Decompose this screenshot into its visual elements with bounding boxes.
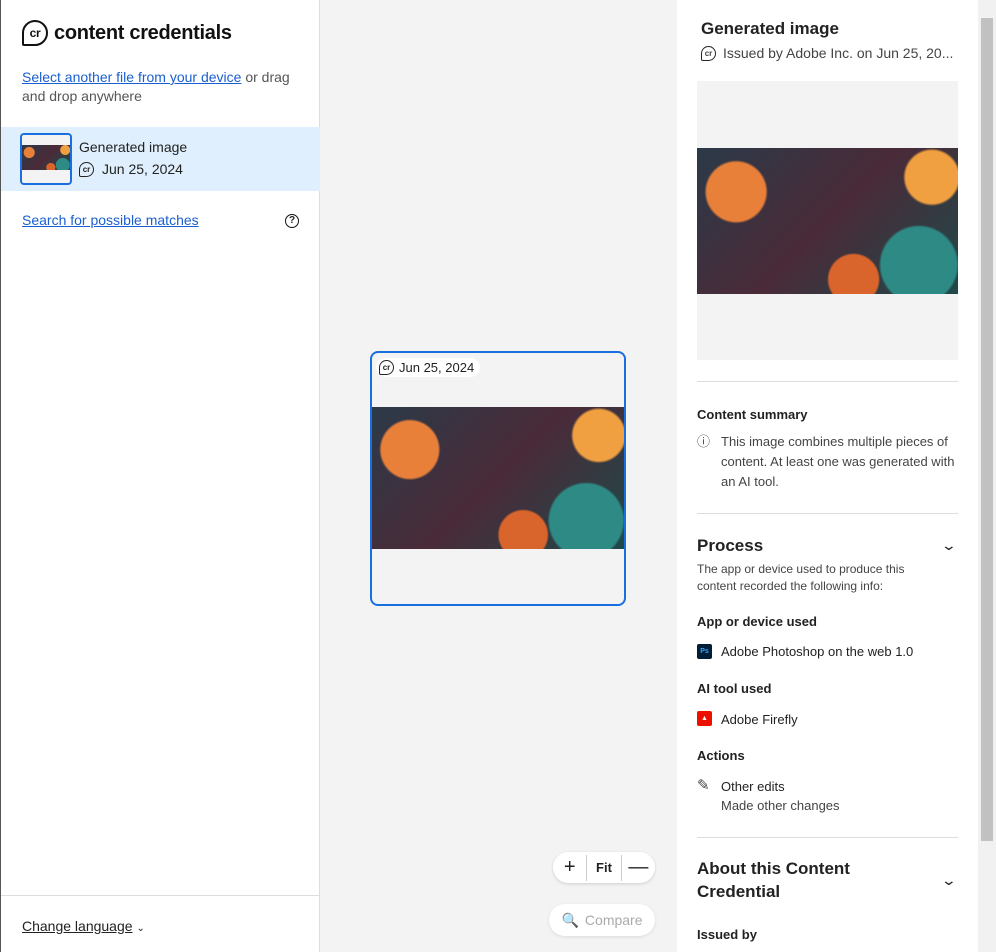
fit-button[interactable]: Fit — [586, 854, 622, 881]
scrollbar[interactable] — [978, 0, 996, 952]
photoshop-icon: Ps — [697, 644, 712, 659]
sidebar-footer: Change language ⌄ — [1, 895, 320, 952]
issued-line: cr Issued by Adobe Inc. on Jun 25, 20... — [701, 45, 953, 61]
search-matches-link[interactable]: Search for possible matches — [22, 212, 199, 228]
badge-date: Jun 25, 2024 — [399, 360, 475, 375]
action-desc: Made other changes — [721, 798, 840, 813]
date-badge: cr Jun 25, 2024 — [376, 358, 481, 377]
info-icon: ⓘ — [697, 434, 711, 449]
change-language-label: Change language — [22, 918, 133, 934]
file-thumbnail — [20, 133, 72, 185]
cr-icon: cr — [79, 161, 94, 177]
about-heading: About this Content Credential — [697, 859, 850, 901]
panel-title: Generated image — [701, 19, 839, 38]
logo: cr content credentials — [22, 20, 232, 46]
file-select-text: Select another file from your device or … — [22, 68, 307, 106]
logo-text: content credentials — [54, 21, 232, 44]
compare-label: Compare — [584, 912, 643, 928]
change-language-button[interactable]: Change language ⌄ — [22, 918, 145, 934]
details-panel: Generated image cr Issued by Adobe Inc. o… — [677, 0, 978, 952]
thumbnail-image — [22, 145, 70, 170]
zoom-controls: + Fit — — [553, 852, 655, 883]
app-heading: App or device used — [697, 614, 817, 629]
compare-button[interactable]: 🔍 Compare — [549, 904, 655, 936]
preview-image — [697, 148, 958, 294]
canvas-area: cr Jun 25, 2024 + Fit — 🔍 Compare — [320, 0, 677, 952]
chevron-down-icon[interactable]: ⌄ — [941, 537, 957, 554]
ai-tool-name: Adobe Firefly — [721, 712, 798, 727]
ai-heading: AI tool used — [697, 681, 772, 696]
image-preview — [697, 81, 958, 360]
file-list-item[interactable]: Generated image cr Jun 25, 2024 — [1, 127, 320, 191]
select-file-link[interactable]: Select another file from your device — [22, 69, 241, 85]
divider — [697, 837, 958, 838]
file-date: cr Jun 25, 2024 — [79, 161, 183, 177]
scrollbar-thumb[interactable] — [981, 18, 993, 841]
firefly-icon: ▲ — [697, 711, 712, 726]
cr-icon: cr — [379, 360, 394, 375]
image-node[interactable]: cr Jun 25, 2024 — [370, 351, 626, 606]
issued-by-heading: Issued by — [697, 927, 757, 942]
summary-heading: Content summary — [697, 407, 808, 422]
divider — [697, 381, 958, 382]
zoom-in-button[interactable]: + — [553, 856, 586, 879]
issued-text: Issued by Adobe Inc. on Jun 25, 20... — [723, 45, 954, 61]
zoom-out-button[interactable]: — — [622, 856, 655, 879]
chevron-down-icon[interactable]: ⌄ — [941, 872, 957, 889]
action-title: Other edits — [721, 779, 785, 794]
process-heading: Process — [697, 536, 764, 555]
process-text: The app or device used to produce this c… — [697, 562, 905, 593]
file-date-text: Jun 25, 2024 — [102, 161, 183, 177]
cr-icon: cr — [701, 45, 716, 61]
generated-image — [372, 407, 624, 549]
actions-heading: Actions — [697, 748, 745, 763]
compare-icon: 🔍 — [561, 911, 579, 928]
summary-text: This image combines multiple pieces of c… — [721, 434, 955, 489]
divider — [697, 513, 958, 514]
sidebar: cr content credentials Select another fil… — [0, 0, 320, 952]
help-icon[interactable]: ? — [285, 214, 299, 228]
cr-logo-icon: cr — [22, 20, 48, 46]
edit-icon: ✎ — [697, 777, 710, 794]
file-name: Generated image — [79, 139, 188, 155]
chevron-down-icon: ⌄ — [136, 923, 145, 934]
app-name: Adobe Photoshop on the web 1.0 — [721, 644, 914, 659]
